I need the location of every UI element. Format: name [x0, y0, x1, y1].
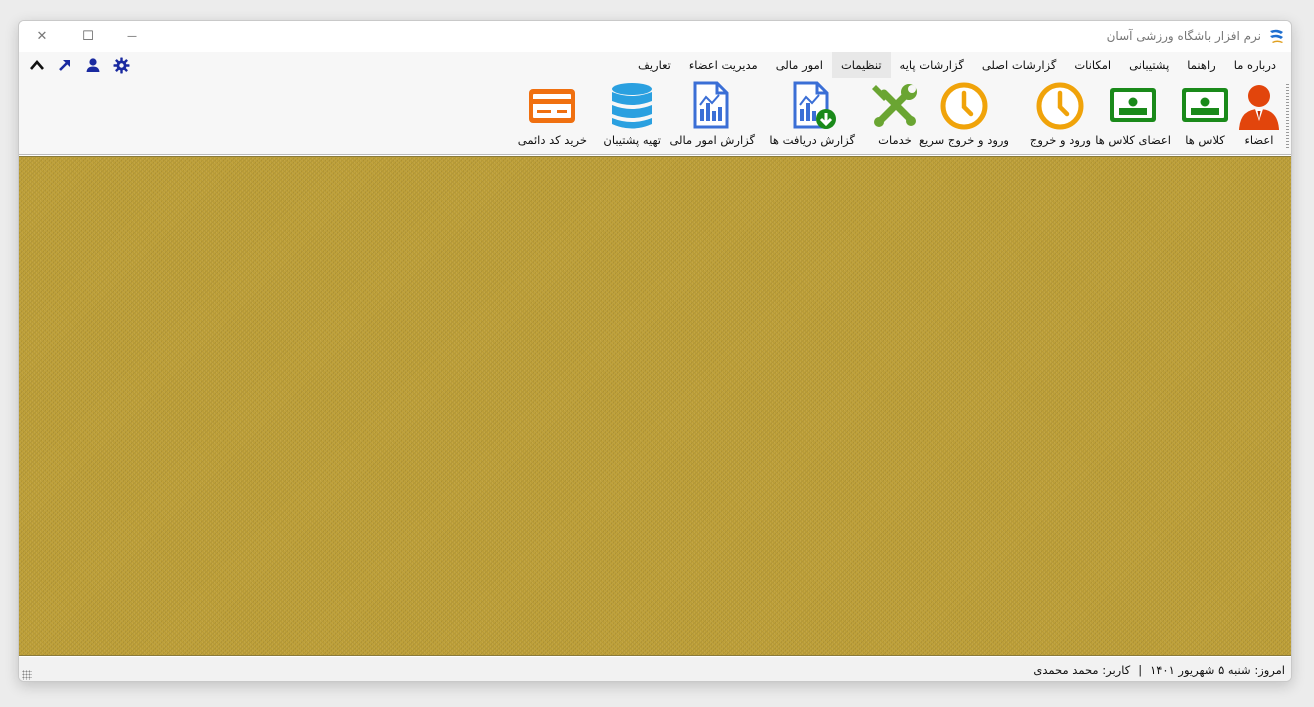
toolbar-grip[interactable] [1286, 84, 1289, 150]
services-label: خدمات [878, 133, 912, 147]
backup-label: تهیه پشتیبان [603, 133, 661, 147]
gear-icon[interactable] [111, 55, 131, 75]
menu-item-finance[interactable]: امور مالی [767, 52, 832, 78]
class-members-button[interactable]: اعضای کلاس ها [1095, 80, 1171, 152]
report-icon [686, 80, 738, 132]
receipts-report-label: گزارش دریافت ها [769, 133, 855, 147]
minimize-button[interactable]: — [117, 25, 147, 47]
classes-label: کلاس ها [1185, 133, 1225, 147]
maximize-button[interactable]: ☐ [73, 25, 103, 47]
buy-license-button[interactable]: خرید کد دائمی [518, 80, 587, 152]
services-button[interactable]: خدمات [869, 80, 921, 152]
members-button[interactable]: اعضاء [1233, 80, 1285, 152]
menu-item-main-reports[interactable]: گزارشات اصلی [973, 52, 1066, 78]
class-members-icon [1107, 80, 1159, 132]
menu-items: تعاریف مدیریت اعضاء امور مالی تنظیمات گز… [629, 52, 1285, 78]
clock-icon [1034, 80, 1086, 132]
status-today: امروز: شنبه ۵ شهریور ۱۴۰۱ [1150, 663, 1285, 677]
menu-item-facilities[interactable]: امکانات [1065, 52, 1120, 78]
menu-item-basic-reports[interactable]: گزارشات پایه [891, 52, 973, 78]
quick-clock-icon [938, 80, 990, 132]
close-button[interactable]: ✕ [27, 25, 57, 47]
main-workspace [19, 156, 1291, 656]
arrow-up-right-icon[interactable] [55, 55, 75, 75]
toolbar: اعضاء کلاس ها اعضای کلاس ها ورود و خروج … [19, 78, 1291, 155]
report-download-icon [786, 80, 838, 132]
menu-item-support[interactable]: پشتیبانی [1120, 52, 1178, 78]
receipts-report-button[interactable]: گزارش دریافت ها [769, 80, 855, 152]
resize-grip[interactable] [22, 670, 32, 680]
person-icon [1233, 80, 1285, 132]
menu-item-help[interactable]: راهنما [1178, 52, 1224, 78]
menu-item-definitions[interactable]: تعاریف [629, 52, 680, 78]
title-bar[interactable]: ✕ ☐ — نرم افزار باشگاه ورزشی آسان [19, 21, 1291, 52]
maximize-icon: ☐ [82, 28, 94, 44]
menu-item-member-management[interactable]: مدیریت اعضاء [680, 52, 767, 78]
menu-quick-icons [27, 55, 131, 75]
classes-button[interactable]: کلاس ها [1179, 80, 1231, 152]
quick-entry-exit-label: ورود و خروج سریع [918, 133, 1009, 147]
quick-entry-exit-button[interactable]: ورود و خروج سریع [919, 80, 1009, 152]
window-title: نرم افزار باشگاه ورزشی آسان [1106, 29, 1261, 43]
status-text: امروز: شنبه ۵ شهریور ۱۴۰۱ | کاربر: محمد مح… [1033, 663, 1285, 677]
app-logo-icon [1270, 29, 1283, 43]
members-label: اعضاء [1244, 133, 1274, 147]
tools-icon [869, 80, 921, 132]
entry-exit-button[interactable]: ورود و خروج [1030, 80, 1091, 152]
minimize-icon: — [127, 30, 137, 42]
entry-exit-label: ورود و خروج [1029, 133, 1091, 147]
close-icon: ✕ [36, 28, 48, 44]
chevron-up-icon[interactable] [27, 55, 47, 75]
backup-button[interactable]: تهیه پشتیبان [603, 80, 661, 152]
buy-license-label: خرید کد دائمی [517, 133, 587, 147]
finance-report-label: گزارش امور مالی [669, 133, 755, 147]
status-user: کاربر: محمد محمدی [1033, 663, 1131, 677]
finance-report-button[interactable]: گزارش امور مالی [669, 80, 755, 152]
app-window: ✕ ☐ — نرم افزار باشگاه ورزشی آسان تعاریف… [18, 20, 1292, 682]
class-members-label: اعضای کلاس ها [1095, 133, 1171, 147]
menu-item-settings[interactable]: تنظیمات [831, 52, 891, 78]
database-icon [606, 80, 658, 132]
status-bar: امروز: شنبه ۵ شهریور ۱۴۰۱ | کاربر: محمد مح… [19, 657, 1291, 681]
menu-bar: تعاریف مدیریت اعضاء امور مالی تنظیمات گز… [19, 52, 1291, 78]
class-icon [1179, 80, 1231, 132]
status-separator: | [1138, 663, 1143, 677]
credit-card-icon [526, 80, 578, 132]
menu-item-about[interactable]: درباره ما [1225, 52, 1285, 78]
user-icon[interactable] [83, 55, 103, 75]
